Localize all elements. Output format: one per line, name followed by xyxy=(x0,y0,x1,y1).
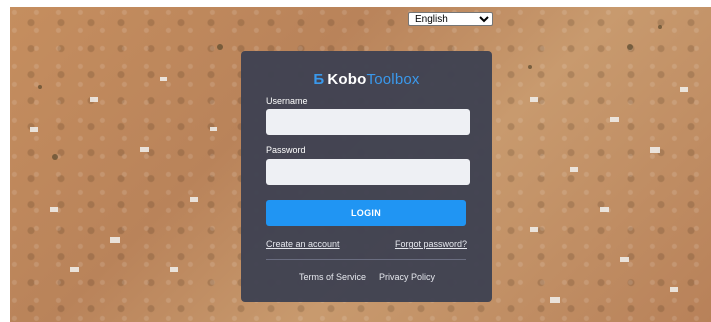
divider xyxy=(266,259,466,260)
login-panel: Б KoboToolbox Username Password LOGIN Cre… xyxy=(241,51,492,302)
brand-name-light: Toolbox xyxy=(366,71,420,88)
create-account-link[interactable]: Create an account xyxy=(266,239,340,249)
kobo-logo-icon: Б xyxy=(313,71,325,88)
privacy-link[interactable]: Privacy Policy xyxy=(379,272,435,282)
brand-logo: Б KoboToolbox xyxy=(241,71,492,88)
password-label: Password xyxy=(266,145,306,155)
password-field[interactable] xyxy=(266,159,470,185)
username-label: Username xyxy=(266,96,308,106)
terms-link[interactable]: Terms of Service xyxy=(299,272,366,282)
language-select[interactable]: English xyxy=(408,12,493,26)
brand-name-bold: Kobo xyxy=(327,71,367,88)
login-button[interactable]: LOGIN xyxy=(266,200,466,226)
username-field[interactable] xyxy=(266,109,470,135)
forgot-password-link[interactable]: Forgot password? xyxy=(395,239,467,249)
